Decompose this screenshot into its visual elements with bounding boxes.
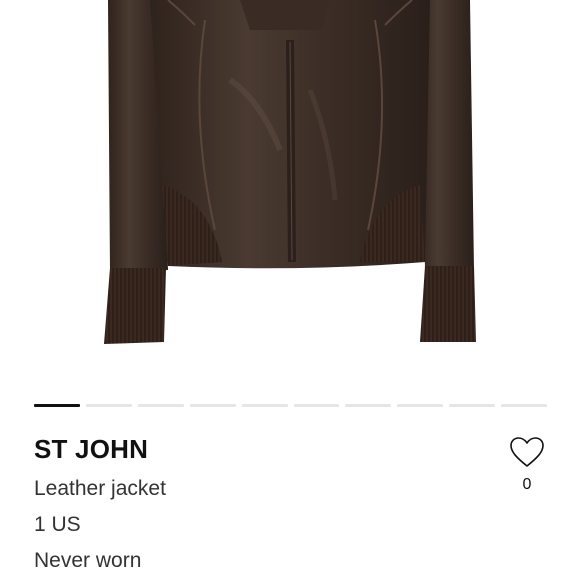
carousel-indicator[interactable] — [189, 404, 236, 407]
carousel-indicator[interactable] — [137, 404, 184, 407]
like-button[interactable]: 0 — [505, 436, 549, 500]
carousel-indicator[interactable] — [293, 404, 340, 407]
carousel-indicator[interactable] — [345, 404, 392, 407]
product-photo[interactable] — [0, 0, 580, 395]
carousel-indicator[interactable] — [501, 404, 548, 407]
leather-jacket-image — [104, 0, 476, 344]
like-count: 0 — [522, 476, 532, 493]
carousel-indicator-active[interactable] — [34, 404, 80, 407]
image-carousel-indicator[interactable] — [34, 404, 548, 408]
carousel-indicator[interactable] — [449, 404, 496, 407]
carousel-indicator[interactable] — [241, 404, 288, 407]
heart-outline-icon — [510, 437, 544, 467]
product-title: Leather jacket — [34, 477, 166, 500]
product-condition: Never worn — [34, 549, 142, 572]
product-size: 1 US — [34, 513, 81, 536]
carousel-indicator[interactable] — [397, 404, 444, 407]
carousel-indicator[interactable] — [85, 404, 132, 407]
product-brand[interactable]: ST JOHN — [34, 434, 148, 465]
